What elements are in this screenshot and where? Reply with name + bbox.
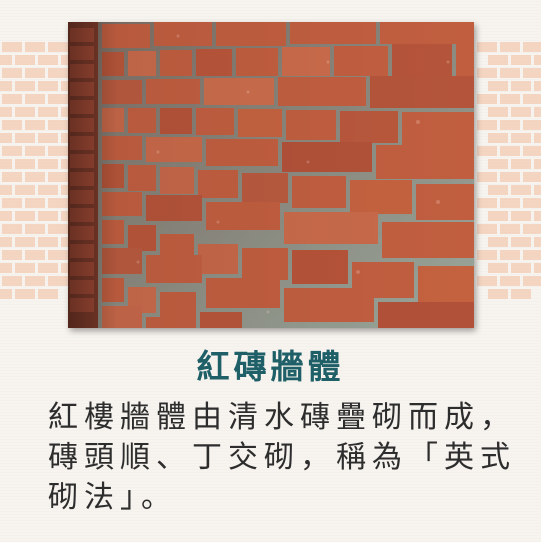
description-line: 砌法」。 [48, 480, 177, 515]
brick-pattern-left-decoration [0, 42, 70, 299]
description-line: 磚頭順、丁交砌，稱為「英式 [48, 440, 516, 475]
description-text: 紅樓牆體由清水磚疊砌而成， 磚頭順、丁交砌，稱為「英式 砌法」。 [48, 398, 516, 518]
brick-wall-photo [68, 22, 474, 328]
brick-wall-illustration [68, 22, 474, 328]
page: 紅磚牆體 紅樓牆體由清水磚疊砌而成， 磚頭順、丁交砌，稱為「英式 砌法」。 [0, 0, 541, 542]
section-title: 紅磚牆體 [196, 347, 345, 386]
brick-pattern-right-decoration [477, 42, 541, 299]
description-line: 紅樓牆體由清水磚疊砌而成， [48, 400, 516, 435]
